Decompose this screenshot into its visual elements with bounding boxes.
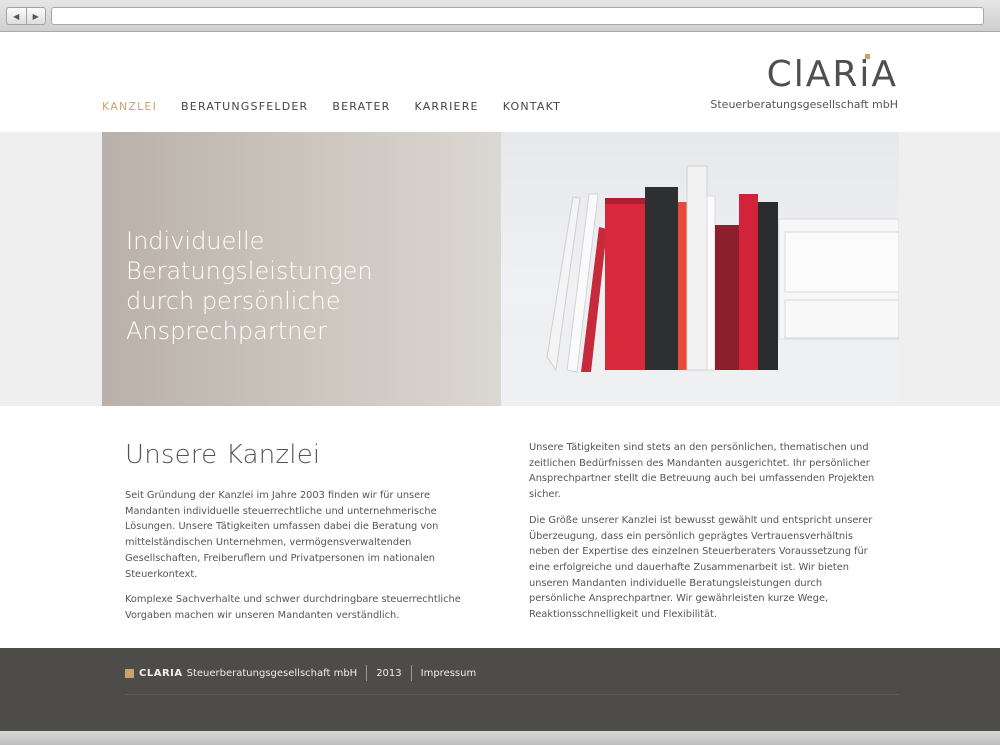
hero-line: durch persönliche [126,287,341,315]
hero-headline: Individuelle Beratungsleistungen durch p… [126,226,426,346]
nav-item-kontakt[interactable]: KONTAKT [503,100,561,113]
logo-accent-dot [865,54,870,59]
nav-item-kanzlei[interactable]: KANZLEI [102,100,157,113]
content-left-column: Unsere Kanzlei Seit Gründung der Kanzlei… [125,440,485,634]
hero-line: Ansprechpartner [126,317,327,345]
hero-books-image [501,132,899,406]
paragraph: Die Größe unserer Kanzlei ist bewusst ge… [529,514,873,621]
back-button[interactable]: ◀ [7,8,26,24]
footer-company: Steuerberatungsgesellschaft mbH [186,667,358,679]
footer-row: CLARIA Steuerberatungsgesellschaft mbH 2… [125,665,476,681]
paragraph: Komplexe Sachverhalte und schwer durchdr… [125,594,461,621]
footer-brand-square-icon [125,668,134,678]
address-bar[interactable] [51,7,984,25]
forward-button[interactable]: ▶ [25,8,46,24]
footer-divider [366,665,368,681]
footer-brand: CLARIA [139,667,183,679]
section-title: Unsere Kanzlei [125,440,321,470]
paragraph: Unsere Tätigkeiten sind stets an den per… [529,442,875,501]
logo[interactable]: ClARiA Steuerberatungsgesellschaft mbH [710,54,898,111]
paragraph: Seit Gründung der Kanzlei im Jahre 2003 … [125,490,439,580]
logo-wordmark: ClARiA [766,54,898,95]
nav-item-karriere[interactable]: KARRIERE [414,100,478,113]
footer-divider [410,665,412,681]
nav-item-berater[interactable]: BERATER [332,100,390,113]
browser-toolbar: ◀ ▶ [0,0,1000,32]
hero-line: Beratungsleistungen [126,257,373,285]
logo-subtitle: Steuerberatungsgesellschaft mbH [710,98,898,111]
nav-item-beratungsfelder[interactable]: BERATUNGSFELDER [181,100,308,113]
content-right-column: Unsere Tätigkeiten sind stets an den per… [529,440,875,633]
hero-line: Individuelle [126,227,265,255]
browser-nav-buttons: ◀ ▶ [6,7,46,25]
footer: CLARIA Steuerberatungsgesellschaft mbH 2… [0,648,1000,731]
main-nav: KANZLEI BERATUNGSFELDER BERATER KARRIERE… [102,100,561,113]
footer-year: 2013 [376,667,402,679]
browser-bottom-bar [0,731,1000,745]
footer-imprint-link[interactable]: Impressum [421,668,477,679]
footer-rule [125,694,899,695]
